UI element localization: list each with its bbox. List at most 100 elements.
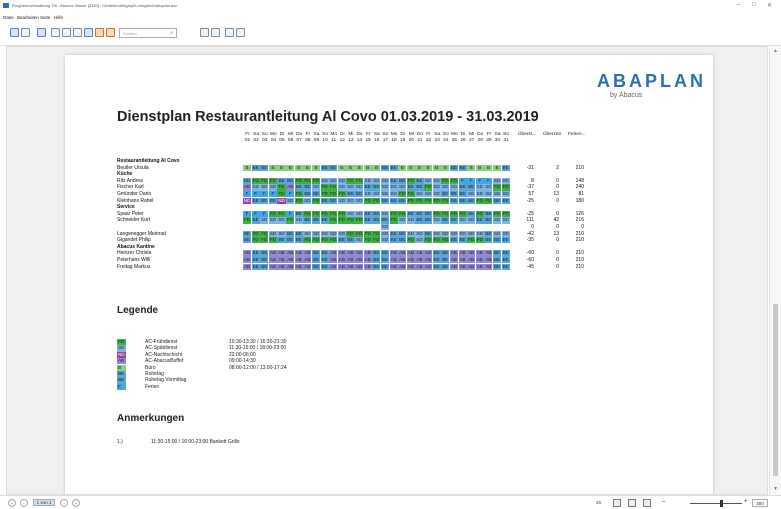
close-icon[interactable]: ✕ <box>767 2 772 9</box>
shift-cell: BE <box>467 210 476 217</box>
shift-cell: BE <box>398 237 407 244</box>
zoom-fit-icon[interactable] <box>200 28 209 37</box>
shift-cell: FD <box>320 184 329 191</box>
menu-datei[interactable]: Datei <box>3 15 14 20</box>
legend-time: 10:30-13:30 / 16:30-21:30 <box>229 339 287 345</box>
first-page-icon[interactable]: « <box>8 499 16 507</box>
excel-icon[interactable] <box>95 28 104 37</box>
shift-cell: SD <box>277 217 286 224</box>
shift-cell: FD <box>320 210 329 217</box>
totals-header: Ferien... <box>568 132 586 137</box>
employee-name: Heinzer Christa <box>117 250 152 257</box>
zoom-slider[interactable] <box>690 500 742 507</box>
shift-cell: SD <box>294 217 303 224</box>
shift-cell: BE <box>449 237 458 244</box>
shift-cell: FD <box>432 237 441 244</box>
legend-swatch: SD <box>117 345 126 352</box>
shift-cell: F <box>484 177 493 184</box>
navigate-icon[interactable] <box>225 28 234 37</box>
shift-cell: SD <box>380 224 390 231</box>
pdf-icon[interactable] <box>84 28 93 37</box>
shift-cell: FD <box>449 210 458 217</box>
note-text: 11:30-15:00 / 16:00-23:00 Bankett Grillo <box>151 439 240 445</box>
shift-cell: BE <box>277 177 286 184</box>
minimize-icon[interactable]: – <box>737 2 740 8</box>
last-page-icon[interactable]: » <box>72 499 80 507</box>
zoom-value[interactable]: 300 <box>752 499 768 507</box>
shift-cell: AB <box>286 184 295 191</box>
shift-cell: BE <box>380 257 390 264</box>
shift-cell: SD <box>303 197 312 204</box>
shift-cell: FD <box>337 191 346 198</box>
shift-cell: SD <box>415 191 424 198</box>
legend-time: 09:00-14:30 <box>229 358 256 365</box>
shift-cell: SD <box>355 210 364 217</box>
shift-cell: B <box>337 164 346 171</box>
shift-cell: SD <box>355 237 364 244</box>
shift-cell: AB <box>355 263 364 270</box>
two-page-view-icon[interactable] <box>628 499 636 507</box>
employee-name: Freitag Markus <box>117 263 151 270</box>
scroll-thumb[interactable] <box>773 304 778 476</box>
menu-hilfe[interactable]: Hilfe <box>54 15 63 20</box>
shift-cell: FD <box>329 191 338 198</box>
viewer-window: Programmverwaltung 7/8 - Abacus Viewer [… <box>0 0 781 509</box>
scroll-down-icon[interactable]: ▼ <box>773 486 778 492</box>
shift-cell: BE <box>372 184 381 191</box>
legend-label: AC-Frühdienst <box>145 339 178 345</box>
scroll-up-icon[interactable]: ▲ <box>773 48 778 54</box>
shift-cell: AB <box>475 263 484 270</box>
word-icon[interactable] <box>106 28 115 37</box>
shift-cell: FD <box>311 197 321 204</box>
shift-cell: B <box>346 164 355 171</box>
menu-seite[interactable]: Seite <box>40 15 50 20</box>
mail-icon[interactable] <box>37 28 46 37</box>
shift-cell: FD <box>398 191 407 198</box>
shift-cell: SD <box>346 210 355 217</box>
search-input[interactable]: Suchen ⌕ <box>119 28 177 38</box>
save-icon[interactable] <box>10 28 19 37</box>
zoom-slider-knob[interactable] <box>720 500 723 507</box>
shift-cell: SD <box>389 191 398 198</box>
shift-cell: BE <box>484 230 493 237</box>
vertical-scrollbar[interactable]: ▲ ▼ <box>769 46 781 495</box>
shift-cell: SD <box>363 191 372 198</box>
next-page-icon[interactable]: › <box>60 499 68 507</box>
copy-icon[interactable] <box>51 28 60 37</box>
shift-cell: FD <box>268 237 277 244</box>
shift-cell: BE <box>303 217 312 224</box>
employee-name: Beutler Ursula <box>117 164 149 171</box>
shift-cell: BE <box>286 237 295 244</box>
shift-cell: BE <box>320 263 329 270</box>
total-value: 2 <box>556 164 559 171</box>
total-value: 0 <box>556 237 559 244</box>
total-value: -25 <box>526 210 534 217</box>
prev-page-icon[interactable]: ‹ <box>20 499 28 507</box>
shift-cell: AB <box>475 250 484 257</box>
shift-cell: B <box>363 164 372 171</box>
page-indicator[interactable]: 1 von 1 <box>33 499 55 506</box>
menu-bearbeiten[interactable]: Bearbeiten <box>17 15 39 20</box>
shift-cell: FD <box>398 210 407 217</box>
continuous-view-icon[interactable] <box>643 499 651 507</box>
single-page-view-icon[interactable] <box>613 499 621 507</box>
zoom-in-icon[interactable]: + <box>744 499 748 505</box>
shift-cell: BE <box>346 191 355 198</box>
search-icon[interactable]: ⌕ <box>170 30 173 36</box>
document-viewer[interactable]: ABAPLAN by Abacus Dienstplan Restaurantl… <box>6 46 768 495</box>
shift-cell: AB <box>406 263 415 270</box>
zoom-out-icon[interactable]: – <box>662 499 665 505</box>
shift-cell: AB <box>277 250 286 257</box>
shift-cell: BE <box>492 250 502 257</box>
export-icon[interactable] <box>21 28 30 37</box>
maximize-icon[interactable]: □ <box>752 2 756 8</box>
zoom-page-icon[interactable] <box>211 28 220 37</box>
shift-cell: AB <box>467 257 476 264</box>
shift-cell: BE <box>406 210 415 217</box>
print-preview-icon[interactable] <box>73 28 82 37</box>
legend-swatch: ND <box>117 351 126 359</box>
shift-cell: FD <box>260 237 269 244</box>
settings-icon[interactable] <box>236 28 245 37</box>
print-icon[interactable] <box>62 28 71 37</box>
shift-cell: SD <box>311 184 321 191</box>
